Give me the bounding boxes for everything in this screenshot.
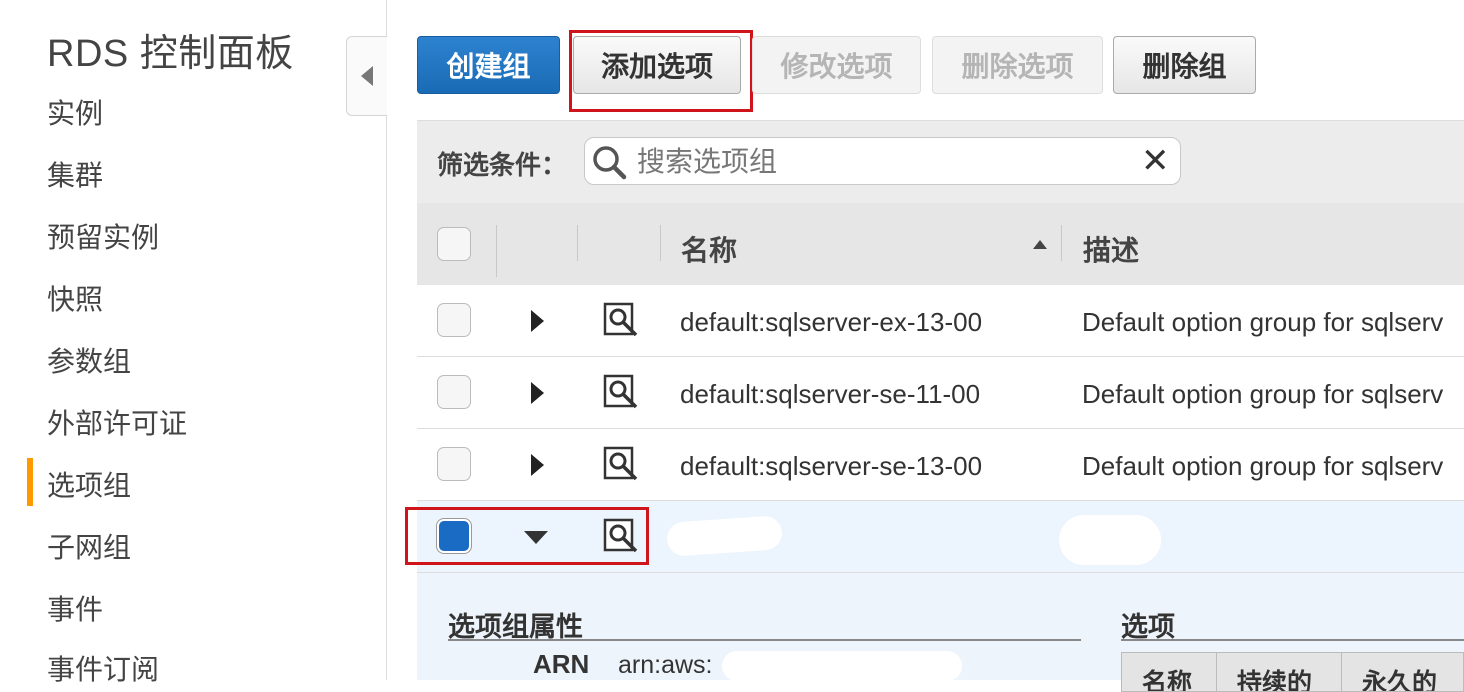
delete-option-button[interactable]: 删除选项 — [932, 36, 1103, 94]
table-header: 名称 描述 — [417, 203, 1464, 286]
sidebar-item-reserved-instances[interactable]: 预留实例 — [47, 216, 159, 256]
redaction-mark — [1059, 515, 1161, 565]
search-box[interactable]: ✕ — [584, 137, 1181, 185]
create-group-button[interactable]: 创建组 — [417, 36, 560, 94]
view-details-icon[interactable] — [603, 446, 639, 482]
option-group-name[interactable]: default:sqlserver-se-13-00 — [680, 451, 982, 482]
section-divider — [448, 639, 1081, 641]
redaction-mark — [722, 651, 962, 681]
sidebar-item-external-licenses[interactable]: 外部许可证 — [47, 402, 187, 442]
option-group-name[interactable]: default:sqlserver-ex-13-00 — [680, 307, 982, 338]
view-details-icon[interactable] — [603, 302, 639, 338]
delete-group-button[interactable]: 删除组 — [1113, 36, 1256, 94]
table-row[interactable]: default:sqlserver-ex-13-00 Default optio… — [417, 285, 1464, 357]
sidebar-item-instances[interactable]: 实例 — [47, 92, 103, 132]
sort-ascending-icon[interactable] — [1033, 240, 1047, 249]
sidebar-item-subnet-groups[interactable]: 子网组 — [47, 526, 131, 566]
column-header-description[interactable]: 描述 — [1083, 229, 1139, 269]
column-divider — [1061, 225, 1062, 261]
sidebar-item-parameter-groups[interactable]: 参数组 — [47, 340, 131, 380]
options-column-name[interactable]: 名称 — [1121, 652, 1217, 692]
expand-row-icon[interactable] — [531, 310, 544, 332]
detail-panel: 选项组属性 ARN arn:aws: 选项 名称 持续的 永久的 — [417, 573, 1464, 692]
sidebar-title: RDS 控制面板 — [47, 33, 294, 75]
row-checkbox[interactable] — [437, 375, 471, 409]
redaction-mark — [665, 515, 784, 557]
table-row[interactable]: default:sqlserver-se-11-00 Default optio… — [417, 357, 1464, 429]
sidebar-item-event-subscriptions[interactable]: 事件订阅 — [47, 648, 159, 688]
expand-row-icon[interactable] — [531, 382, 544, 404]
option-group-name[interactable]: default:sqlserver-se-11-00 — [680, 379, 980, 410]
expand-row-icon[interactable] — [531, 454, 544, 476]
option-group-description: Default option group for sqlserv — [1082, 451, 1444, 481]
column-divider — [660, 225, 661, 261]
row-checkbox[interactable] — [437, 447, 471, 481]
search-icon — [593, 146, 627, 180]
modify-option-button[interactable]: 修改选项 — [752, 36, 921, 94]
chevron-left-icon — [361, 66, 373, 86]
column-header-name[interactable]: 名称 — [681, 229, 737, 269]
view-details-icon[interactable] — [603, 374, 639, 410]
select-all-checkbox[interactable] — [437, 227, 471, 261]
section-divider — [1121, 639, 1464, 641]
filter-bar: 筛选条件： ✕ — [417, 120, 1464, 203]
options-column-persistent[interactable]: 持续的 — [1216, 652, 1342, 692]
collapse-sidebar-button[interactable] — [346, 36, 387, 116]
option-group-description: Default option group for sqlserv — [1082, 307, 1444, 337]
options-column-permanent[interactable]: 永久的 — [1341, 652, 1464, 692]
sidebar-active-indicator — [27, 458, 33, 506]
sidebar-item-option-groups[interactable]: 选项组 — [47, 464, 131, 504]
arn-value: arn:aws: — [618, 651, 713, 679]
sidebar-item-snapshots[interactable]: 快照 — [47, 278, 103, 318]
highlight-box — [569, 30, 753, 112]
sidebar-item-events[interactable]: 事件 — [47, 588, 103, 628]
filter-label: 筛选条件： — [437, 150, 568, 180]
sidebar-item-clusters[interactable]: 集群 — [47, 154, 103, 194]
column-divider — [496, 225, 497, 277]
option-group-description: Default option group for sqlserv — [1082, 379, 1444, 409]
sidebar: RDS 控制面板 实例 集群 预留实例 快照 参数组 外部许可证 选项组 子网组… — [0, 0, 387, 685]
highlight-box — [405, 507, 649, 565]
table-row[interactable]: default:sqlserver-se-13-00 Default optio… — [417, 429, 1464, 501]
close-icon[interactable]: ✕ — [1141, 144, 1170, 178]
column-divider — [577, 225, 578, 261]
arn-label: ARN — [533, 649, 590, 679]
row-checkbox[interactable] — [437, 303, 471, 337]
search-input[interactable] — [635, 142, 1129, 182]
